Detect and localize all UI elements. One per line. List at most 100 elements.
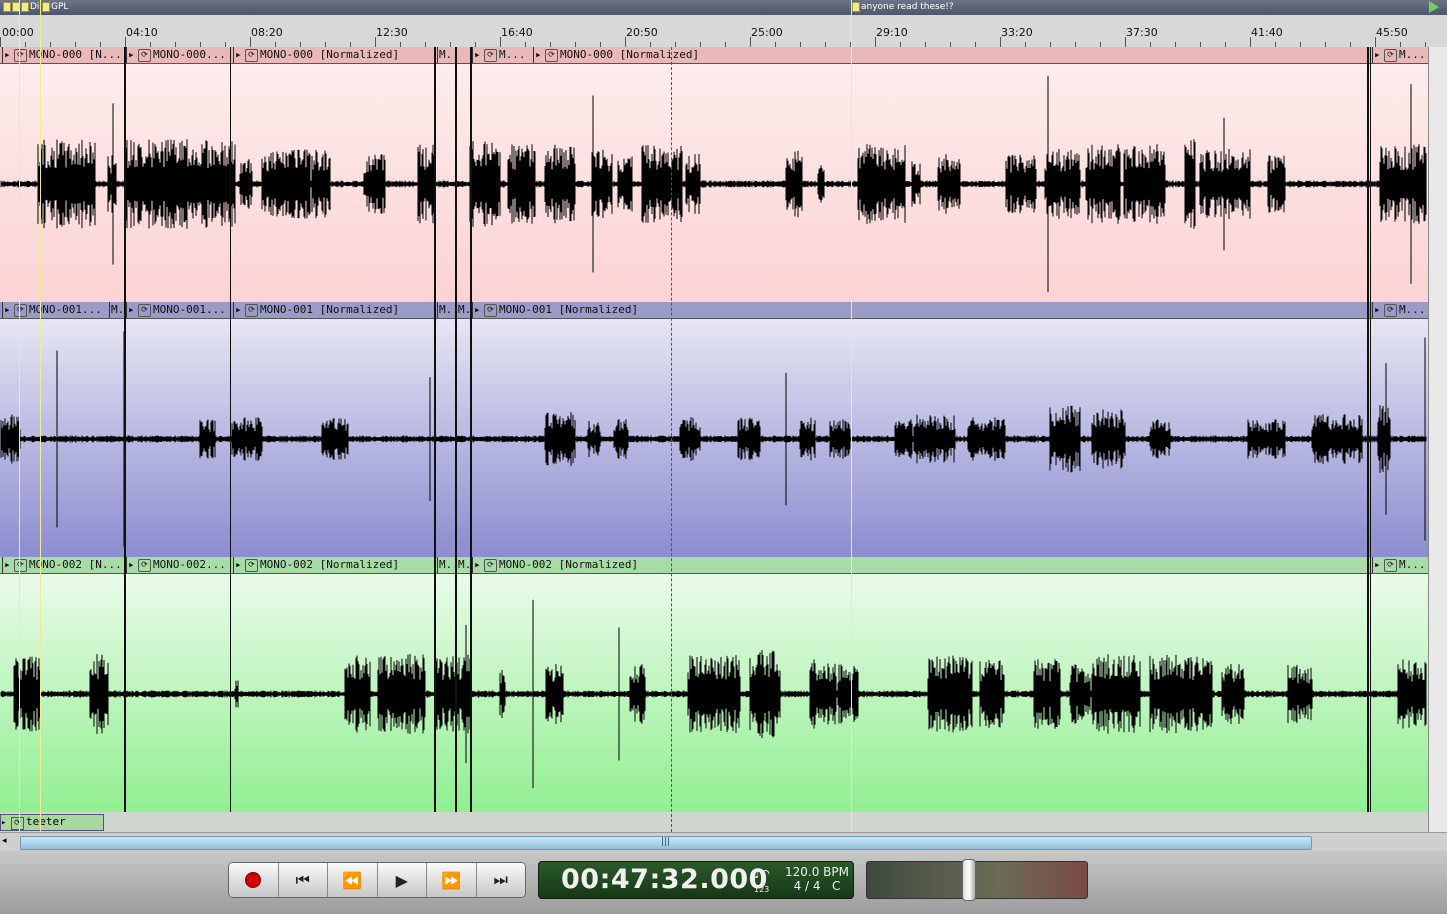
transport-bar: ⏮ ⏪ ▶ ⏩ ⏭ 00:47:32.000 ♩↶ 123 120.0 BPM 4… xyxy=(0,850,1447,914)
marker-di[interactable]: Di xyxy=(30,1,39,14)
region-boundary xyxy=(124,47,126,812)
tick-label: 37:30 xyxy=(1126,26,1158,39)
region-boundary xyxy=(470,47,472,812)
scroll-thumb[interactable]: ||| xyxy=(20,836,1312,850)
loop-icon: ⟳ xyxy=(245,48,258,62)
rewind-icon: ⏪ xyxy=(342,870,363,890)
marker-flag-icon xyxy=(3,1,11,12)
region-label[interactable]: ▸ ⟳ teeter xyxy=(0,814,104,831)
time-display: 00:47:32.000 xyxy=(561,864,768,895)
region-label[interactable]: ▸ ⟳ MONO-001 [Normalized] xyxy=(472,302,1369,318)
play-icon: ▶ xyxy=(395,870,408,890)
skip-forward-icon: ⏭ xyxy=(493,870,508,889)
horizontal-scrollbar[interactable]: ◂ ||| xyxy=(0,832,1447,851)
ruler-tick xyxy=(500,37,501,47)
go-to-end-button[interactable]: ⏭ xyxy=(476,863,525,897)
loop-icon: ⟳ xyxy=(545,48,558,62)
scroll-left-icon[interactable]: ◂ xyxy=(2,836,12,848)
ruler-tick xyxy=(1125,37,1126,47)
region-label[interactable]: ▸ ⟳ MONO-001... xyxy=(126,302,232,318)
marker-flag-icon xyxy=(42,1,50,12)
skip-back-icon: ⏮ xyxy=(295,870,310,889)
loop-icon: ⟳ xyxy=(138,303,151,317)
region-label[interactable]: ▸ ⟳ M... xyxy=(1372,47,1428,63)
region-boundary xyxy=(230,47,231,812)
ruler-tick xyxy=(1375,37,1376,47)
tick-label: 12:30 xyxy=(376,26,408,39)
loop-icon: ⟳ xyxy=(138,48,151,62)
region-label[interactable]: ▸ ⟳ MONO-002 [N... xyxy=(2,557,124,573)
track-mono-002[interactable]: ▸ ⟳ MONO-002 [N... ▸ ⟳ MONO-002... ▸ ⟳ MONO-00… xyxy=(0,557,1428,814)
key-value: C xyxy=(832,879,841,893)
bpm-value: 120.0 BPM xyxy=(785,865,849,879)
volume-fader[interactable] xyxy=(866,859,1088,901)
tick-label: 33:20 xyxy=(1001,26,1033,39)
loop-icon: ⟳ xyxy=(245,303,258,317)
end-marker-icon[interactable] xyxy=(1429,1,1439,13)
marker-bar[interactable]: Di GPL anyone read these!? xyxy=(0,0,1447,16)
track-mono-001[interactable]: ▸⟳MONO-001... M... ▸⟳MONO-001... ▸⟳MONO-… xyxy=(0,302,1428,559)
tick-label: 20:50 xyxy=(626,26,658,39)
transport-clock[interactable]: 00:47:32.000 ♩↶ 123 120.0 BPM 4 / 4 C xyxy=(538,861,854,899)
region-label[interactable]: ▸ ⟳ MONO-001 [Normalized] xyxy=(233,302,435,318)
go-to-start-button[interactable]: ⏮ xyxy=(278,863,328,897)
ruler-tick xyxy=(625,37,626,47)
region-label[interactable]: M... xyxy=(437,302,457,318)
region-label[interactable]: M... xyxy=(437,47,457,63)
track-teeter[interactable]: ▸ ⟳ teeter xyxy=(0,812,1428,833)
region-label[interactable]: ▸ ⟳ M... xyxy=(1372,302,1428,318)
region-label[interactable]: ▸ ⟳ MONO-002 [Normalized] xyxy=(233,557,435,573)
region-label[interactable]: ▸ ⟳ M... xyxy=(472,47,532,63)
waveform[interactable] xyxy=(0,64,1428,302)
play-button[interactable]: ▶ xyxy=(377,863,427,897)
loop-icon: ⟳ xyxy=(1384,303,1397,317)
tick-label: 08:20 xyxy=(251,26,283,39)
rewind-button[interactable]: ⏪ xyxy=(328,863,378,897)
track-mono-000[interactable]: ▸ ⟳ MONO-000 [N... ▸ ⟳ MONO-000... ▸ ⟳ MONO-00… xyxy=(0,47,1428,304)
waveform-path xyxy=(0,75,1427,293)
metronome-icon[interactable]: ♩↶ 123 xyxy=(754,867,770,895)
marker-start[interactable] xyxy=(3,1,30,14)
tick-label: 41:40 xyxy=(1251,26,1283,39)
loop-icon: ⟳ xyxy=(138,558,151,572)
ruler-tick xyxy=(1250,37,1251,47)
fast-forward-icon: ⏩ xyxy=(441,870,462,890)
waveform[interactable] xyxy=(0,574,1428,812)
tick-label: 29:10 xyxy=(876,26,908,39)
fast-forward-button[interactable]: ⏩ xyxy=(427,863,477,897)
record-icon xyxy=(245,872,262,888)
region-boundary xyxy=(1367,47,1369,812)
marker-gpl[interactable]: GPL xyxy=(42,1,68,14)
daw-window: Di GPL anyone read these!? 00:00 04:10 0… xyxy=(0,0,1447,914)
region-label[interactable]: ▸ ⟳ M... xyxy=(1372,557,1428,573)
ruler-tick xyxy=(125,37,126,47)
tempo-display[interactable]: 120.0 BPM 4 / 4 C xyxy=(785,865,849,893)
region-boundary xyxy=(434,47,436,812)
tick-label: 25:00 xyxy=(751,26,783,39)
region-label[interactable]: ▸ ⟳ MONO-002 [Normalized] xyxy=(472,557,1369,573)
region-label[interactable]: ▸ ⟳ MONO-000... xyxy=(126,47,232,63)
region-bar: ▸ ⟳ MONO-000 [N... ▸ ⟳ MONO-000... ▸ ⟳ MONO-00… xyxy=(0,47,1428,64)
loop-icon: ⟳ xyxy=(1384,48,1397,62)
tick-label: 45:50 xyxy=(1376,26,1408,39)
waveform-path xyxy=(0,331,1427,547)
region-label[interactable]: M... xyxy=(437,557,457,573)
region-label[interactable]: ▸ ⟳ MONO-000 [N... xyxy=(2,47,124,63)
loop-icon: ⟳ xyxy=(484,48,497,62)
region-label[interactable]: ▸ ⟳ MONO-001... xyxy=(2,302,108,318)
marker-line xyxy=(851,0,852,832)
marker-anyone[interactable]: anyone read these!? xyxy=(852,1,954,14)
ruler-tick xyxy=(375,37,376,47)
waveform-path xyxy=(0,599,1427,789)
tick-label: 16:40 xyxy=(501,26,533,39)
loop-icon: ⟳ xyxy=(245,558,258,572)
marker-flag-icon xyxy=(21,1,29,12)
region-label[interactable]: ▸ ⟳ MONO-002... xyxy=(126,557,232,573)
record-button[interactable] xyxy=(229,863,279,897)
fader-knob[interactable] xyxy=(962,859,976,901)
region-label[interactable]: ▸ ⟳ MONO-000 [Normalized] xyxy=(233,47,435,63)
region-label[interactable]: ▸ ⟳ MONO-000 [Normalized] xyxy=(533,47,1369,63)
waveform[interactable] xyxy=(0,319,1428,557)
timeline-ruler[interactable]: 00:00 04:10 08:20 12:30 16:40 20:50 25:0… xyxy=(0,15,1447,48)
marker-flag-icon xyxy=(852,1,860,12)
